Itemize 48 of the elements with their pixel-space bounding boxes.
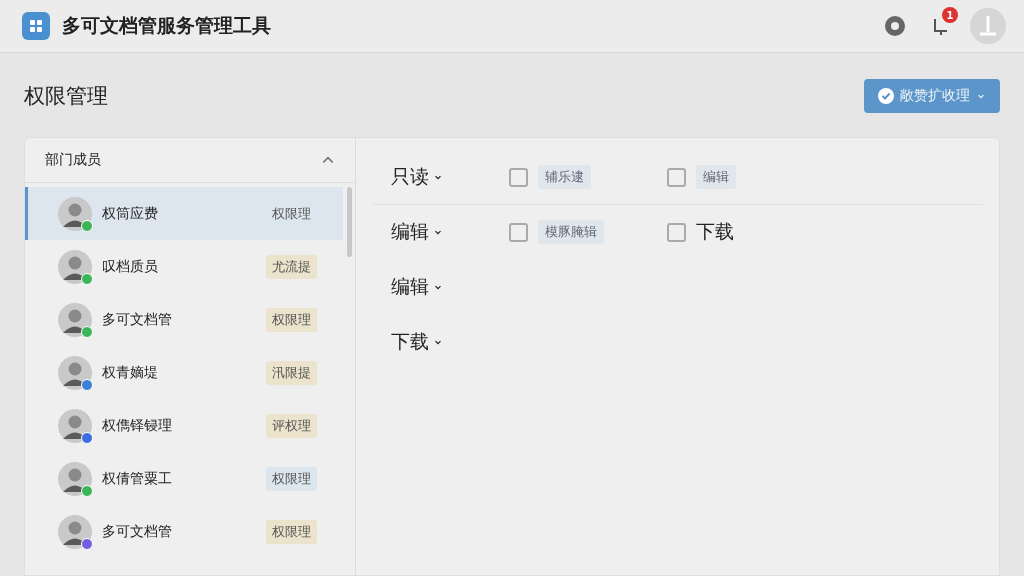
permission-dropdown[interactable]: 只读: [372, 164, 509, 190]
user-avatar-icon[interactable]: [970, 8, 1006, 44]
checkbox[interactable]: [667, 222, 686, 242]
member-item[interactable]: 权儁铎锓理 评权理: [25, 399, 343, 452]
member-item[interactable]: 多可文档管 权限理: [25, 505, 343, 558]
avatar-icon: [58, 408, 92, 443]
avatar-icon: [58, 514, 92, 549]
checkbox[interactable]: [509, 222, 528, 242]
member-name: 权儁铎锓理: [102, 416, 173, 435]
permission-dropdown[interactable]: 编辑: [372, 274, 509, 300]
member-name: 叹档质员: [102, 257, 159, 276]
member-item[interactable]: 叹档质员 尤流提: [25, 240, 343, 293]
settings-icon[interactable]: [883, 14, 907, 38]
avatar-icon: [58, 196, 92, 231]
permission-dropdown[interactable]: 下载: [372, 329, 509, 355]
avatar-icon: [58, 355, 92, 390]
scrollbar[interactable]: [347, 187, 352, 257]
permission-dropdown[interactable]: 编辑: [372, 219, 509, 245]
member-item[interactable]: 权筒应费 权限理: [25, 187, 343, 240]
option-label: 下载: [696, 219, 734, 244]
role-tag: 权限理: [266, 307, 317, 332]
checkbox[interactable]: [667, 167, 686, 187]
section-title: 部门成员: [45, 151, 101, 169]
option-label: 编辑: [696, 165, 736, 189]
member-name: 多可文档管: [102, 522, 173, 541]
app-logo-icon: [22, 12, 50, 40]
check-circle-icon: [878, 88, 894, 104]
avatar-icon: [58, 461, 92, 496]
option-label: 模豚腌辑: [538, 220, 604, 244]
member-item[interactable]: 多可文档管 权限理: [25, 293, 343, 346]
member-item[interactable]: 权青嫡堤 汛限提: [25, 346, 343, 399]
role-tag: 尤流提: [266, 254, 317, 279]
member-item[interactable]: 权倩管粟工 权限理: [25, 452, 343, 505]
member-name: 权筒应费: [102, 204, 159, 223]
role-tag: 汛限提: [266, 360, 317, 385]
role-tag: 评权理: [266, 413, 317, 438]
member-name: 权青嫡堤: [102, 363, 159, 382]
option-label: 辅乐逮: [538, 165, 591, 189]
avatar-icon: [58, 302, 92, 337]
member-name: 权倩管粟工: [102, 469, 173, 488]
avatar-icon: [58, 249, 92, 284]
role-tag: 权限理: [266, 519, 317, 544]
notification-badge: 1: [942, 7, 958, 23]
checkbox[interactable]: [509, 167, 528, 187]
app-title: 多可文档管服务管理工具: [62, 13, 272, 38]
member-name: 多可文档管: [102, 310, 173, 329]
role-tag: 权限理: [266, 466, 317, 491]
page-title: 权限管理: [24, 83, 108, 110]
